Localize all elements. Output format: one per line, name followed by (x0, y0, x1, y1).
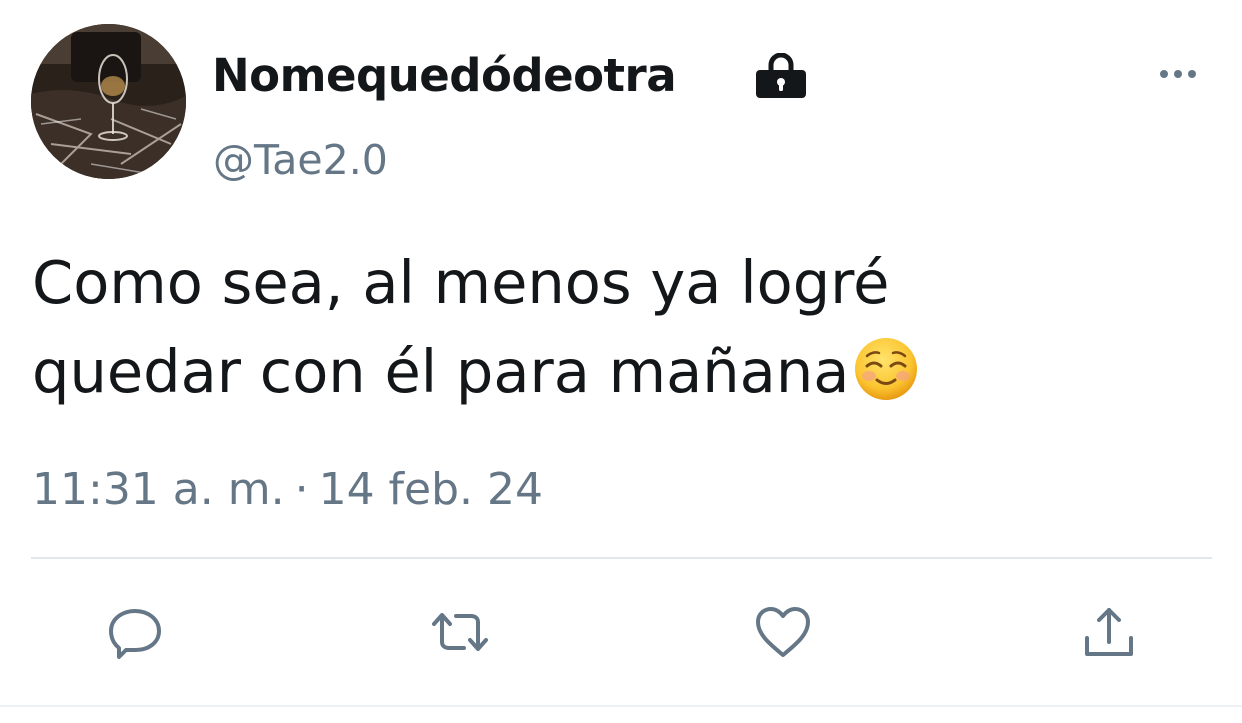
avatar[interactable] (31, 24, 186, 179)
handle[interactable]: @Tae2.0 (213, 132, 388, 188)
more-dots-icon[interactable] (1156, 60, 1200, 88)
share-icon (1085, 608, 1133, 656)
timestamp[interactable]: 11:31 a. m. · 14 feb. 24 (32, 458, 543, 522)
like-button[interactable] (751, 600, 815, 664)
tweet-text-line-2-text: quedar con él para mañana (32, 337, 850, 406)
smiling-face-with-closed-eyes-emoji (855, 338, 918, 400)
retweet-icon (432, 613, 488, 651)
divider (31, 557, 1212, 559)
tweet-text: Como sea, al menos ya logré quedar con é… (32, 238, 1182, 416)
heart-icon (756, 607, 810, 657)
tweet-text-line-1: Como sea, al menos ya logré (32, 248, 890, 317)
display-name[interactable]: Nomequedódeotra (212, 44, 677, 108)
timestamp-separator: · (294, 464, 309, 515)
share-button[interactable] (1077, 600, 1141, 664)
tweet-date: 14 feb. 24 (318, 464, 544, 515)
reply-button[interactable] (103, 600, 167, 664)
lock-icon (756, 53, 806, 98)
avatar-image (31, 24, 186, 179)
bottom-border (0, 705, 1242, 707)
tweet-text-line-2: quedar con él para mañana (32, 327, 1182, 416)
reply-icon (109, 609, 161, 659)
retweet-button[interactable] (428, 600, 492, 664)
tweet-time: 11:31 a. m. (32, 464, 285, 515)
